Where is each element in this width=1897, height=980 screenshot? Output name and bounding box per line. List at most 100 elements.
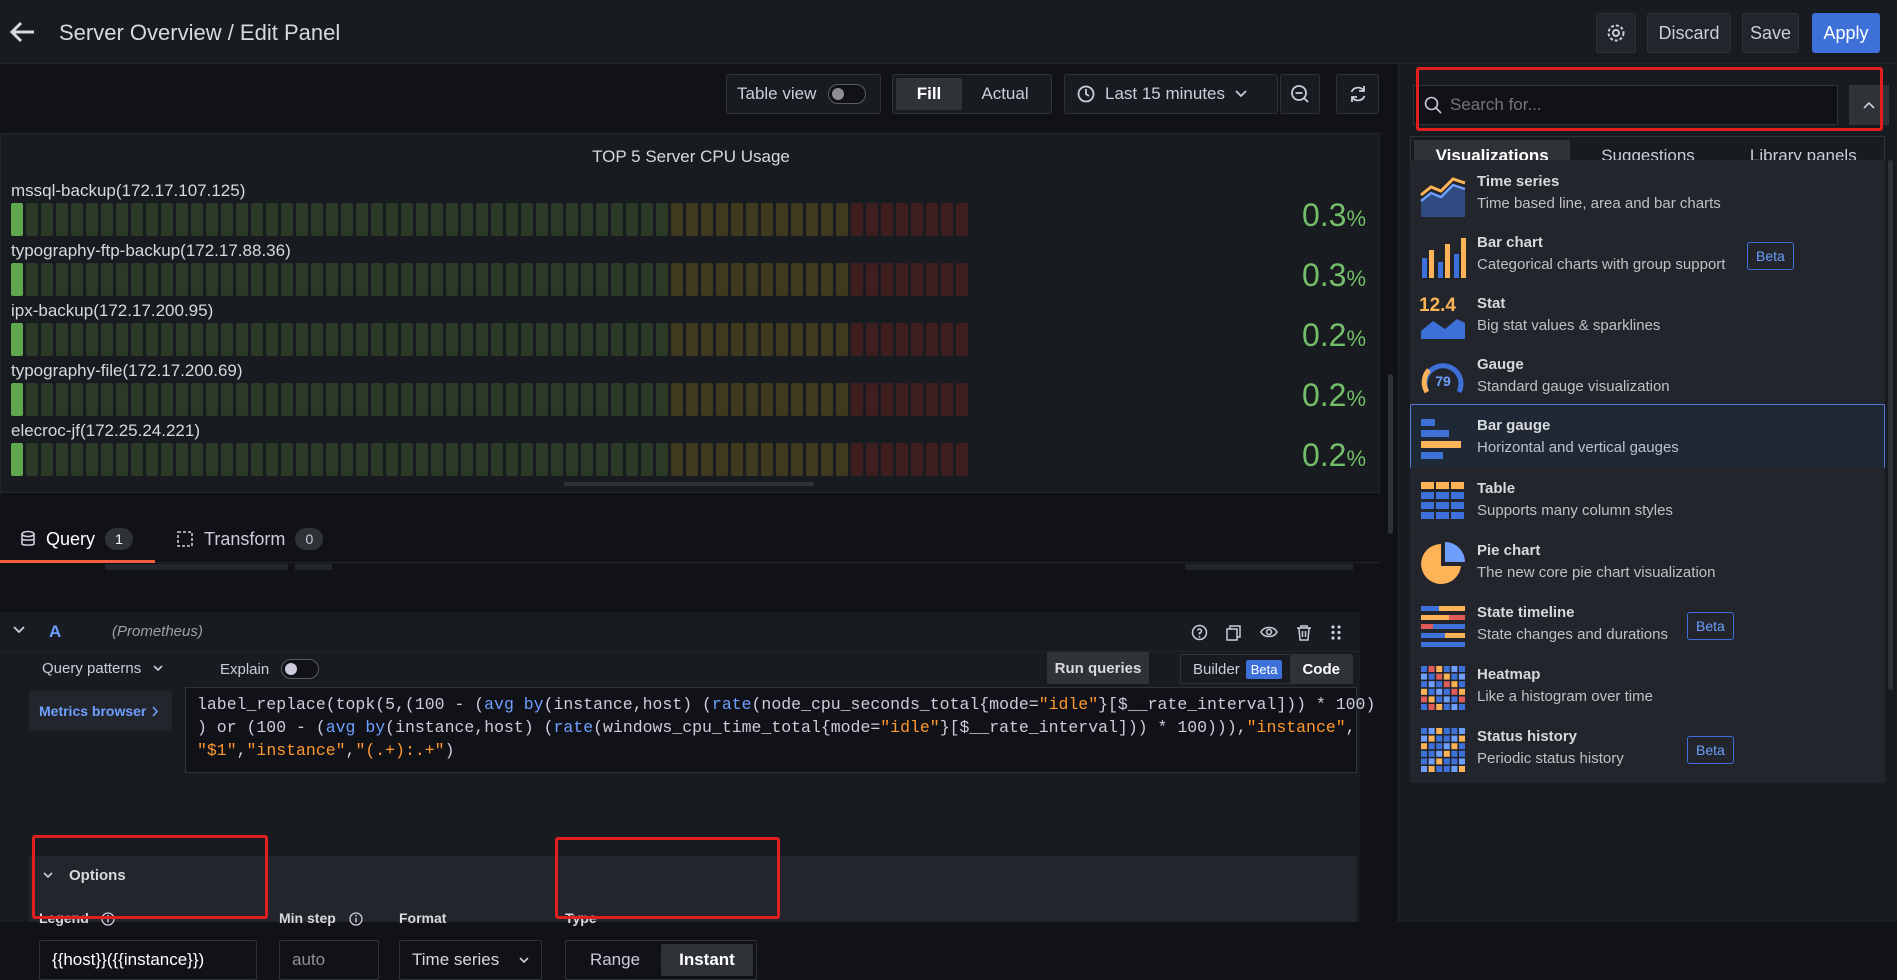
bar-gauge-cell (746, 443, 758, 476)
search-input[interactable] (1450, 95, 1830, 115)
save-button[interactable]: Save (1742, 13, 1799, 53)
type-range-option[interactable]: Range (569, 944, 661, 976)
bar-gauge-cell (521, 323, 533, 356)
bar-gauge-cell (311, 263, 323, 296)
bar-gauge-cell (581, 383, 593, 416)
min-step-input[interactable]: auto (279, 940, 379, 980)
fill-option[interactable]: Fill (896, 78, 962, 110)
collapse-chevron-icon[interactable] (13, 626, 25, 634)
type-instant-option[interactable]: Instant (661, 944, 753, 976)
info-icon[interactable] (349, 912, 363, 926)
explain-switch[interactable] (281, 659, 320, 679)
bar-gauge-cell (686, 323, 698, 356)
bar-gauge-cell (266, 323, 278, 356)
help-icon[interactable] (1191, 624, 1208, 641)
bar-gauge-cell (71, 383, 83, 416)
panel-resize-handle[interactable] (564, 482, 814, 486)
builder-option[interactable]: Builder (1181, 661, 1246, 678)
query-ref-id[interactable]: A (49, 622, 61, 642)
bar-gauge-cell (56, 443, 68, 476)
vis-card-pie-chart[interactable]: Pie chart The new core pie chart visualiz… (1410, 529, 1885, 597)
code-option[interactable]: Code (1290, 655, 1352, 683)
info-icon[interactable] (101, 912, 115, 926)
settings-gear-icon[interactable] (1596, 13, 1636, 53)
run-queries-button[interactable]: Run queries (1047, 652, 1149, 684)
bar-gauge-cell (446, 383, 458, 416)
bar-gauge-cell (101, 203, 113, 236)
format-select[interactable]: Time series (399, 940, 542, 980)
bar-gauge-cell (296, 443, 308, 476)
bar-gauge-cell (716, 203, 728, 236)
legend-input[interactable]: {{host}}({{instance}}) (39, 940, 257, 980)
promql-code-editor[interactable]: label_replace(topk(5,(100 - (avg by(inst… (185, 687, 1376, 773)
tab-transform[interactable]: Transform 0 (176, 523, 324, 555)
scrollbar[interactable] (1388, 374, 1393, 534)
vis-card-name: Time series (1477, 173, 1560, 190)
tab-query[interactable]: Query 1 (20, 523, 134, 555)
visualization-picker: Visualizations Suggestions Library panel… (1398, 64, 1897, 922)
back-arrow-icon[interactable] (8, 14, 38, 50)
bar-gauge-cell (101, 263, 113, 296)
trash-icon[interactable] (1296, 624, 1312, 641)
options-header[interactable]: Options (29, 856, 1357, 896)
drag-handle-icon[interactable] (1330, 624, 1342, 641)
bar-gauge-cell (86, 323, 98, 356)
zoom-out-icon[interactable] (1280, 74, 1320, 114)
bar-gauge-cell (236, 383, 248, 416)
bar-gauge-cell (626, 383, 638, 416)
refresh-icon[interactable] (1336, 74, 1379, 114)
vis-card-state-timeline[interactable]: State timeline State changes and duration… (1410, 591, 1885, 659)
bar-gauge-cell (671, 443, 683, 476)
actual-option[interactable]: Actual (962, 78, 1048, 110)
bar-gauge-cell (491, 263, 503, 296)
vis-card-name: Gauge (1477, 356, 1524, 373)
query-patterns-dropdown[interactable]: Query patterns (42, 660, 163, 677)
bar-gauge-cell (791, 323, 803, 356)
bar-gauge-cell (26, 443, 38, 476)
vis-card-gauge[interactable]: 79 Gauge Standard gauge visualization (1410, 343, 1885, 411)
metrics-browser-button[interactable]: Metrics browser (29, 691, 172, 731)
chevron-down-icon (519, 956, 529, 963)
search-field[interactable] (1413, 85, 1838, 125)
scrollbar[interactable] (1888, 160, 1893, 690)
bar-gauge-cell (656, 443, 668, 476)
bar-gauge-cell (116, 263, 128, 296)
vis-card-name: Status history (1477, 728, 1578, 745)
explain-toggle[interactable]: Explain (220, 659, 320, 679)
bar-gauge-cell (641, 443, 653, 476)
vis-card-status-history[interactable]: Status history Periodic status history Bet… (1410, 715, 1885, 783)
time-range-picker[interactable]: Last 15 minutes (1064, 74, 1278, 114)
bar-gauge-cell (86, 263, 98, 296)
query-body: Query patterns Explain Run queries Build… (0, 652, 1376, 926)
promql-line-1: label_replace(topk(5,(100 - (avg by(inst… (197, 695, 1376, 714)
vis-card-table[interactable]: Table Supports many column styles (1410, 467, 1885, 535)
bar-gauge-cell (596, 323, 608, 356)
bar-gauge-cell (356, 443, 368, 476)
gauge-icon: 79 (1419, 354, 1467, 402)
bar-gauge-cell (776, 203, 788, 236)
bar-gauge-cell (551, 323, 563, 356)
eye-icon[interactable] (1260, 625, 1278, 639)
bar-gauge-cell (896, 323, 908, 356)
duplicate-icon[interactable] (1225, 624, 1242, 641)
vis-card-stat[interactable]: 12.4 Stat Big stat values & sparklines (1410, 282, 1885, 350)
table-view-toggle[interactable]: Table view (726, 74, 881, 114)
bar-gauge-cell (296, 203, 308, 236)
table-view-switch[interactable] (828, 84, 867, 104)
vis-card-description: Categorical charts with group support (1477, 256, 1726, 273)
bar-gauge-cell (251, 443, 263, 476)
apply-button[interactable]: Apply (1812, 13, 1880, 53)
vis-card-bar-gauge[interactable]: Bar gauge Horizontal and vertical gauges (1410, 404, 1885, 472)
chevron-up-icon (1863, 101, 1875, 109)
bar-gauge-cell (791, 203, 803, 236)
bar-gauge-cell (821, 443, 833, 476)
vis-card-bar-chart[interactable]: Bar chart Categorical charts with group s… (1410, 221, 1885, 289)
bar-gauge-cell (866, 383, 878, 416)
chevron-down-icon (1235, 90, 1247, 98)
vis-card-time-series[interactable]: Time series Time based line, area and bar… (1410, 160, 1885, 228)
type-radio-group: Range Instant (565, 940, 757, 980)
bar-gauge-cell (311, 203, 323, 236)
collapse-picker-button[interactable] (1849, 85, 1889, 125)
discard-button[interactable]: Discard (1647, 13, 1731, 53)
vis-card-heatmap[interactable]: Heatmap Like a histogram over time (1410, 653, 1885, 721)
